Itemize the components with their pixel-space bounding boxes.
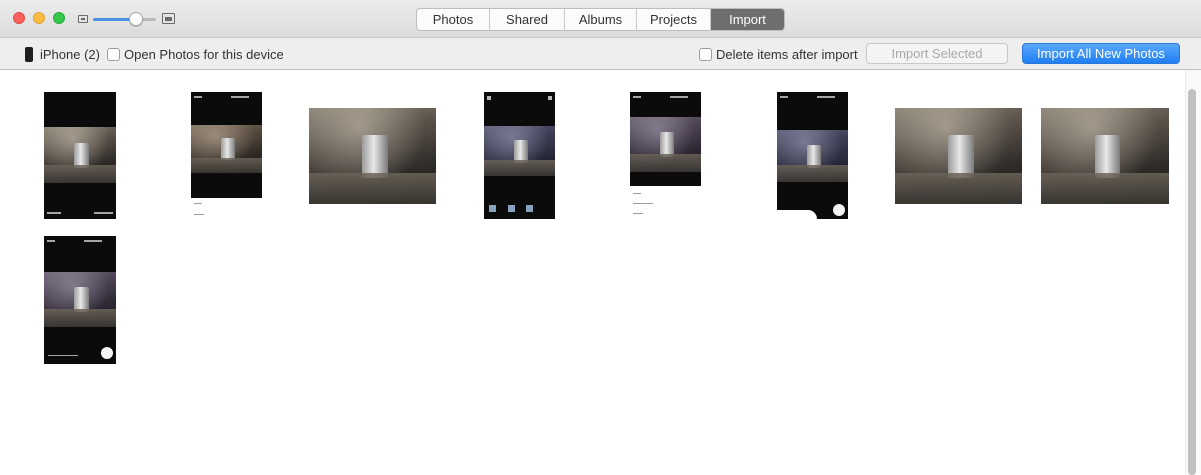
tab-projects[interactable]: Projects <box>637 9 711 30</box>
thumbnail-size-slider[interactable] <box>93 18 156 21</box>
close-window-icon[interactable] <box>13 12 25 24</box>
tab-albums[interactable]: Albums <box>565 9 637 30</box>
minimize-window-icon[interactable] <box>33 12 45 24</box>
photo-image <box>895 108 1022 204</box>
status-bar-text <box>194 96 202 98</box>
status-bar-text <box>84 240 102 242</box>
small-thumbnail-icon <box>78 15 88 23</box>
status-bar-text <box>47 240 55 242</box>
screenshot-text <box>633 193 641 194</box>
photo-image <box>191 125 262 173</box>
round-button-icon <box>833 204 845 216</box>
screenshot-text <box>48 355 78 356</box>
editor-tool-icon <box>508 205 515 212</box>
open-photos-label[interactable]: Open Photos for this device <box>124 47 284 62</box>
photo-thumbnail[interactable] <box>44 92 116 219</box>
screenshot-panel <box>777 210 817 219</box>
scrollbar-thumb[interactable] <box>1188 89 1196 475</box>
photo-thumbnail[interactable] <box>630 92 701 219</box>
screenshot-text <box>194 203 202 204</box>
photo-thumbnail[interactable] <box>484 92 555 219</box>
status-bar-icon <box>548 96 552 100</box>
editor-tool-icon <box>489 205 496 212</box>
device-name: iPhone (2) <box>40 47 100 62</box>
iphone-icon <box>25 47 33 62</box>
photo-thumbnail[interactable] <box>44 236 116 364</box>
screenshot-text <box>633 213 643 214</box>
delete-after-import-label[interactable]: Delete items after import <box>716 47 858 62</box>
tab-shared[interactable]: Shared <box>490 9 565 30</box>
photo-image <box>44 127 116 183</box>
photo-thumbnail[interactable] <box>191 92 262 218</box>
view-tabs: Photos Shared Albums Projects Import <box>416 8 785 31</box>
photo-image <box>44 272 116 327</box>
status-bar-icon <box>487 96 491 100</box>
import-toolbar: iPhone (2) Open Photos for this device D… <box>0 38 1201 70</box>
open-photos-checkbox[interactable] <box>107 48 120 61</box>
status-bar-text <box>633 96 641 98</box>
screenshot-text <box>94 212 113 214</box>
import-all-new-photos-button[interactable]: Import All New Photos <box>1022 43 1180 64</box>
status-bar-text <box>670 96 688 98</box>
photo-thumbnail[interactable] <box>309 108 436 204</box>
title-bar: Photos Shared Albums Projects Import <box>0 0 1201 38</box>
photo-thumbnail[interactable] <box>1041 108 1169 204</box>
screenshot-text <box>194 214 204 215</box>
round-button-icon <box>101 347 113 359</box>
photo-image <box>484 126 555 176</box>
status-bar-text <box>817 96 835 98</box>
maximize-window-icon[interactable] <box>53 12 65 24</box>
editor-tool-icon <box>526 205 533 212</box>
photo-thumbnail[interactable] <box>895 108 1022 204</box>
screenshot-text <box>633 203 653 204</box>
tab-photos[interactable]: Photos <box>417 9 490 30</box>
screenshot-text <box>47 212 61 214</box>
photo-image <box>630 117 701 172</box>
large-thumbnail-icon <box>162 13 175 24</box>
photo-thumbnail[interactable] <box>777 92 848 219</box>
photo-image <box>777 130 848 182</box>
photo-image <box>309 108 436 204</box>
slider-thumb[interactable] <box>129 12 143 26</box>
photo-image <box>1041 108 1169 204</box>
delete-after-import-checkbox[interactable] <box>699 48 712 61</box>
status-bar-text <box>780 96 788 98</box>
status-bar-text <box>231 96 249 98</box>
tab-import[interactable]: Import <box>711 9 784 30</box>
import-selected-button[interactable]: Import Selected <box>866 43 1008 64</box>
